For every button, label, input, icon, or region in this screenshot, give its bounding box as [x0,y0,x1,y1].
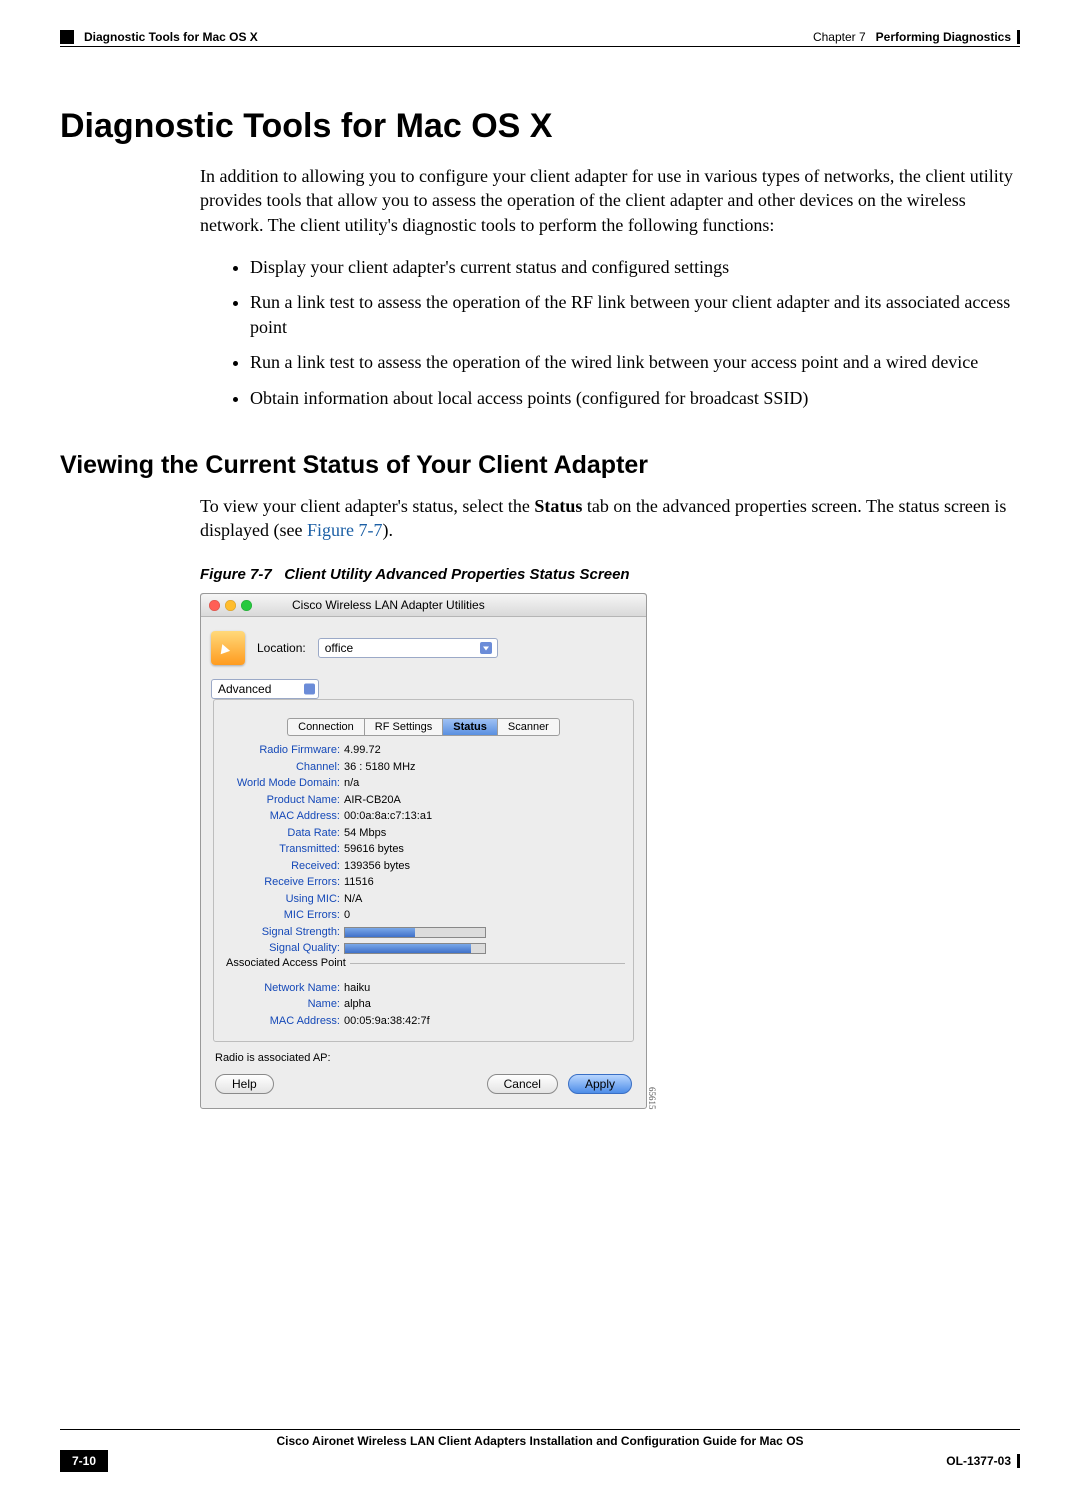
label-received: Received: [222,858,344,875]
figure-reference-link[interactable]: Figure 7-7 [307,520,383,540]
footer-bar-icon [1017,1454,1020,1468]
header-bar-icon [1017,30,1020,44]
location-value: office [325,641,353,655]
value-transmitted: 59616 bytes [344,841,404,858]
value-radio-firmware: 4.99.72 [344,742,381,759]
view-paragraph: To view your client adapter's status, se… [200,494,1020,543]
utility-window: Cisco Wireless LAN Adapter Utilities Loc… [200,593,647,1109]
cancel-button[interactable]: Cancel [487,1074,558,1094]
ap-group-title: Associated Access Point [222,963,625,980]
mode-select[interactable]: Advanced [211,679,319,699]
image-id: 65615 [647,1087,657,1110]
label-recv-errors: Receive Errors: [222,874,344,891]
minimize-icon[interactable] [225,600,236,611]
page-title: Diagnostic Tools for Mac OS X [60,107,1020,146]
value-world-mode: n/a [344,775,359,792]
list-item: Run a link test to assess the operation … [250,350,1020,375]
label-radio-firmware: Radio Firmware: [222,742,344,759]
tab-connection[interactable]: Connection [287,718,364,736]
location-select[interactable]: office [318,638,498,658]
value-data-rate: 54 Mbps [344,825,386,842]
value-ap-name: alpha [344,996,371,1013]
signal-quality-meter [344,940,486,957]
page-number-badge: 7-10 [60,1450,108,1472]
label-signal-strength: Signal Strength: [222,924,344,941]
label-mic-errors: MIC Errors: [222,907,344,924]
mode-value: Advanced [218,682,271,696]
tab-status[interactable]: Status [442,718,497,736]
ap-group-text: Associated Access Point [222,957,350,969]
list-item: Display your client adapter's current st… [250,255,1020,280]
label-transmitted: Transmitted: [222,841,344,858]
doc-id: OL-1377-03 [946,1454,1011,1468]
titlebar: Cisco Wireless LAN Adapter Utilities [201,594,646,617]
status-panel: Connection RF Settings Status Scanner Ra… [213,699,634,1042]
label-signal-quality: Signal Quality: [222,940,344,957]
value-received: 139356 bytes [344,858,410,875]
header-chapter-label: Chapter 7 [813,30,866,44]
label-using-mic: Using MIC: [222,891,344,908]
header-chapter-title: Performing Diagnostics [876,30,1011,44]
window-title: Cisco Wireless LAN Adapter Utilities [292,598,485,612]
label-channel: Channel: [222,759,344,776]
section-title: Viewing the Current Status of Your Clien… [60,451,1020,480]
figure-title: Client Utility Advanced Properties Statu… [284,566,629,583]
value-using-mic: N/A [344,891,362,908]
zoom-icon[interactable] [241,600,252,611]
feature-list: Display your client adapter's current st… [230,255,1020,411]
value-mac: 00:0a:8a:c7:13:a1 [344,808,432,825]
tab-scanner[interactable]: Scanner [497,718,560,736]
help-button[interactable]: Help [215,1074,274,1094]
value-product: AIR-CB20A [344,792,401,809]
header-section: Diagnostic Tools for Mac OS X [84,30,258,44]
value-ap-network: haiku [344,980,370,997]
label-ap-mac: MAC Address: [222,1013,344,1030]
running-header: Diagnostic Tools for Mac OS X Chapter 7 … [60,30,1020,47]
text: ). [382,520,393,540]
value-recv-errors: 11516 [344,874,374,891]
label-world-mode: World Mode Domain: [222,775,344,792]
label-mac: MAC Address: [222,808,344,825]
figure-number: Figure 7-7 [200,566,272,583]
status-word-bold: Status [534,496,582,516]
app-icon [211,631,245,665]
signal-strength-meter [344,924,486,941]
value-channel: 36 : 5180 MHz [344,759,416,776]
label-data-rate: Data Rate: [222,825,344,842]
text: To view your client adapter's status, se… [200,496,534,516]
footer-guide-title: Cisco Aironet Wireless LAN Client Adapte… [60,1430,1020,1450]
value-ap-mac: 00:05:9a:38:42:7f [344,1013,430,1030]
label-ap-network: Network Name: [222,980,344,997]
figure-caption: Figure 7-7 Client Utility Advanced Prope… [200,566,1020,583]
header-marker-icon [60,30,74,44]
label-ap-name: Name: [222,996,344,1013]
list-item: Run a link test to assess the operation … [250,290,1020,340]
label-product: Product Name: [222,792,344,809]
list-item: Obtain information about local access po… [250,386,1020,411]
value-mic-errors: 0 [344,907,350,924]
close-icon[interactable] [209,600,220,611]
intro-paragraph: In addition to allowing you to configure… [200,164,1020,237]
apply-button[interactable]: Apply [568,1074,632,1094]
tab-rf-settings[interactable]: RF Settings [364,718,442,736]
radio-status-line: Radio is associated AP: [215,1052,632,1064]
location-label: Location: [257,641,306,655]
